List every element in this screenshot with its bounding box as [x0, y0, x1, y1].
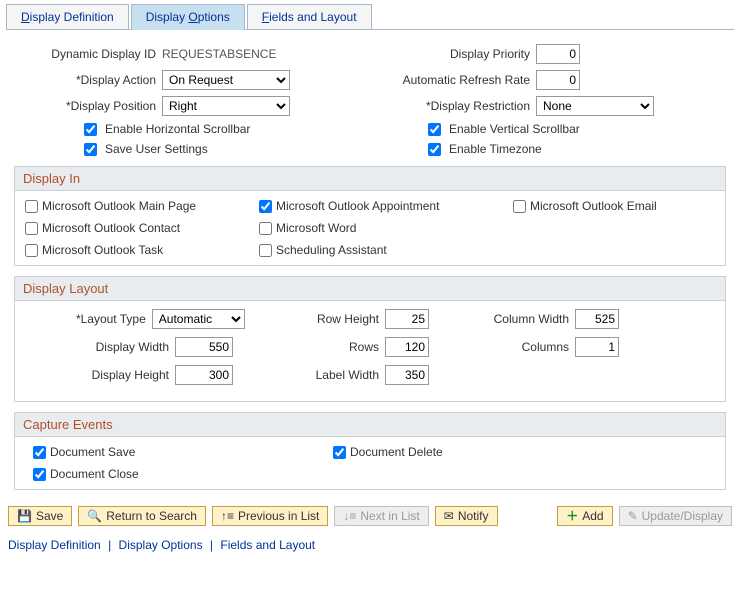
- footer-link-fields-and-layout[interactable]: Fields and Layout: [220, 538, 315, 552]
- display-position-label: *Display Position: [14, 99, 162, 113]
- column-width-input[interactable]: [575, 309, 619, 329]
- notify-button[interactable]: ✉ Notify: [435, 506, 498, 526]
- update-display-label: Update/Display: [642, 509, 723, 523]
- display-in-title: Display In: [15, 167, 725, 191]
- display-in-group: Display In Microsoft Outlook Main Page M…: [14, 166, 726, 266]
- label-width-input[interactable]: [385, 365, 429, 385]
- tab-display-options[interactable]: Display Options: [131, 4, 245, 30]
- previous-in-list-label: Previous in List: [238, 509, 319, 523]
- outlook-task-label: Microsoft Outlook Task: [42, 243, 163, 257]
- action-bar: 💾 Save 🔍 Return to Search ↑≡ Previous in Li…: [6, 500, 734, 536]
- footer-links: Display Definition | Display Options | F…: [6, 536, 734, 558]
- display-position-select[interactable]: Right: [162, 96, 290, 116]
- outlook-contact-checkbox[interactable]: [25, 222, 38, 235]
- save-button[interactable]: 💾 Save: [8, 506, 72, 526]
- enable-timezone-checkbox[interactable]: [428, 143, 441, 156]
- display-priority-input[interactable]: [536, 44, 580, 64]
- notify-icon: ✉: [444, 510, 454, 522]
- microsoft-word-label: Microsoft Word: [276, 221, 356, 235]
- row-height-label: Row Height: [245, 312, 385, 326]
- display-layout-group: Display Layout *Layout TypeAutomatic Row…: [14, 276, 726, 402]
- previous-in-list-button[interactable]: ↑≡ Previous in List: [212, 506, 328, 526]
- document-save-label: Document Save: [50, 445, 135, 459]
- tab-label: isplay Definition: [30, 10, 114, 24]
- outlook-contact-label: Microsoft Outlook Contact: [42, 221, 180, 235]
- add-icon: ＋: [566, 510, 578, 522]
- enable-vertical-scrollbar-checkbox[interactable]: [428, 123, 441, 136]
- save-user-settings-checkbox[interactable]: [84, 143, 97, 156]
- tab-fields-and-layout[interactable]: Fields and Layout: [247, 4, 372, 29]
- update-icon: ✎: [628, 510, 638, 522]
- display-priority-label: Display Priority: [344, 47, 536, 61]
- display-action-select[interactable]: On Request: [162, 70, 290, 90]
- layout-type-label: *Layout Type: [25, 312, 152, 326]
- display-width-label: Display Width: [25, 340, 175, 354]
- outlook-email-label: Microsoft Outlook Email: [530, 199, 657, 213]
- rows-label: Rows: [245, 340, 385, 354]
- automatic-refresh-rate-label: Automatic Refresh Rate: [344, 73, 536, 87]
- previous-icon: ↑≡: [221, 510, 234, 522]
- return-to-search-label: Return to Search: [106, 509, 197, 523]
- scheduling-assistant-label: Scheduling Assistant: [276, 243, 387, 257]
- notify-label: Notify: [458, 509, 489, 523]
- footer-link-display-definition[interactable]: Display Definition: [8, 538, 101, 552]
- scheduling-assistant-checkbox[interactable]: [259, 244, 272, 257]
- enable-vertical-scrollbar-label: Enable Vertical Scrollbar: [445, 122, 580, 136]
- outlook-email-checkbox[interactable]: [513, 200, 526, 213]
- enable-horizontal-scrollbar-label: Enable Horizontal Scrollbar: [101, 122, 250, 136]
- row-height-input[interactable]: [385, 309, 429, 329]
- column-width-label: Column Width: [435, 312, 575, 326]
- columns-label: Columns: [435, 340, 575, 354]
- enable-timezone-label: Enable Timezone: [445, 142, 542, 156]
- display-restriction-select[interactable]: None: [536, 96, 654, 116]
- tab-display-definition[interactable]: Display Definition: [6, 4, 129, 29]
- return-to-search-button[interactable]: 🔍 Return to Search: [78, 506, 206, 526]
- add-button[interactable]: ＋ Add: [557, 506, 612, 526]
- document-delete-label: Document Delete: [350, 445, 443, 459]
- outlook-appointment-checkbox[interactable]: [259, 200, 272, 213]
- next-in-list-button: ↓≡ Next in List: [334, 506, 428, 526]
- display-layout-title: Display Layout: [15, 277, 725, 301]
- automatic-refresh-rate-input[interactable]: [536, 70, 580, 90]
- next-in-list-label: Next in List: [360, 509, 419, 523]
- layout-type-select[interactable]: Automatic: [152, 309, 245, 329]
- outlook-task-checkbox[interactable]: [25, 244, 38, 257]
- outlook-appointment-label: Microsoft Outlook Appointment: [276, 199, 439, 213]
- microsoft-word-checkbox[interactable]: [259, 222, 272, 235]
- save-button-label: Save: [36, 509, 63, 523]
- next-icon: ↓≡: [343, 510, 356, 522]
- display-action-label: *Display Action: [14, 73, 162, 87]
- search-icon: 🔍: [87, 510, 102, 522]
- outlook-main-page-checkbox[interactable]: [25, 200, 38, 213]
- display-restriction-label: *Display Restriction: [344, 99, 536, 113]
- dynamic-display-id-label: Dynamic Display ID: [14, 47, 162, 61]
- document-delete-checkbox[interactable]: [333, 446, 346, 459]
- add-label: Add: [582, 509, 603, 523]
- label-width-label: Label Width: [245, 368, 385, 382]
- display-width-input[interactable]: [175, 337, 233, 357]
- save-user-settings-label: Save User Settings: [101, 142, 208, 156]
- footer-link-display-options[interactable]: Display Options: [119, 538, 203, 552]
- capture-events-group: Capture Events Document Save Document De…: [14, 412, 726, 490]
- rows-input[interactable]: [385, 337, 429, 357]
- tab-strip: Display Definition Display Options Field…: [6, 4, 734, 30]
- columns-input[interactable]: [575, 337, 619, 357]
- display-height-label: Display Height: [25, 368, 175, 382]
- document-save-checkbox[interactable]: [33, 446, 46, 459]
- dynamic-display-id-value: REQUESTABSENCE: [162, 47, 276, 61]
- document-close-checkbox[interactable]: [33, 468, 46, 481]
- document-close-label: Document Close: [50, 467, 139, 481]
- enable-horizontal-scrollbar-checkbox[interactable]: [84, 123, 97, 136]
- outlook-main-page-label: Microsoft Outlook Main Page: [42, 199, 196, 213]
- save-icon: 💾: [17, 510, 32, 522]
- display-height-input[interactable]: [175, 365, 233, 385]
- capture-events-title: Capture Events: [15, 413, 725, 437]
- update-display-button: ✎ Update/Display: [619, 506, 732, 526]
